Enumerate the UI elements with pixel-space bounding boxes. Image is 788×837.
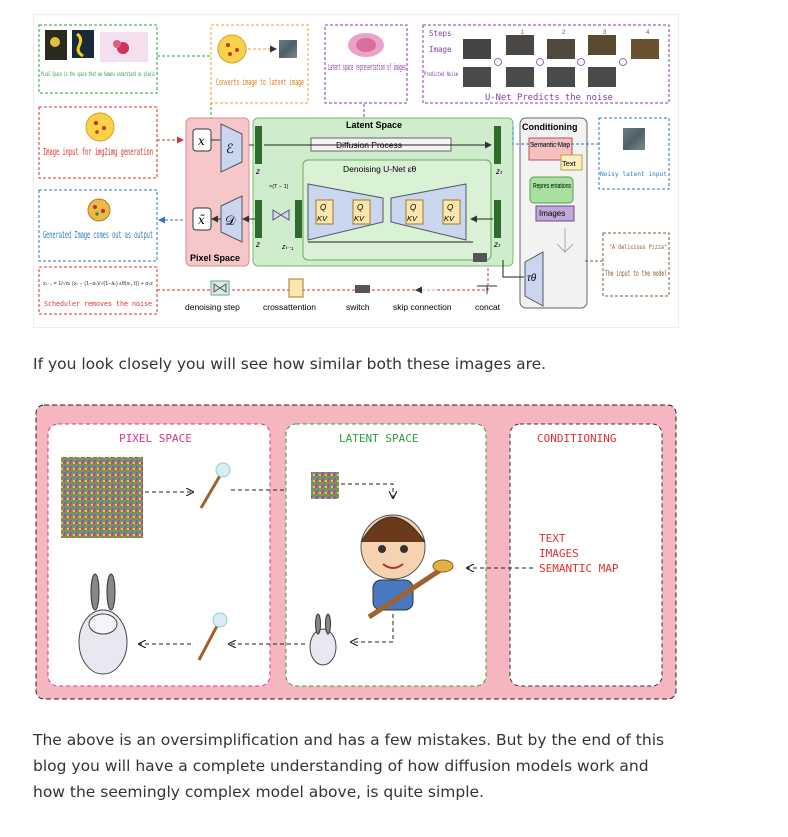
body-paragraph-1: If you look closely you will see how sim… bbox=[33, 355, 547, 373]
zT-symbol-top: zₜ bbox=[495, 167, 503, 176]
steps-label: Steps bbox=[429, 29, 452, 38]
svg-text:KV: KV bbox=[444, 214, 455, 223]
text-label: Text bbox=[562, 159, 577, 168]
step-image-1 bbox=[506, 35, 534, 55]
svg-text:Q: Q bbox=[320, 203, 326, 212]
fig2-latent-space-title: LATENT SPACE bbox=[339, 432, 418, 445]
x-symbol: x bbox=[198, 134, 205, 148]
latent-space-title: Latent Space bbox=[346, 120, 402, 130]
noisy-latent-caption: Noisy latent input bbox=[600, 170, 667, 178]
encoder-symbol: ℰ bbox=[226, 142, 234, 157]
fig2-latent-space-panel: LATENT SPACE bbox=[285, 423, 487, 687]
svg-text:Q: Q bbox=[410, 203, 416, 212]
fig2-pixel-space-panel: PIXEL SPACE bbox=[47, 423, 271, 687]
images-label: Images bbox=[539, 209, 565, 218]
legend-crossattention: crossattention bbox=[263, 302, 316, 312]
scheduler-caption: Scheduler removes the noise bbox=[44, 300, 152, 308]
noise-image bbox=[61, 457, 143, 538]
step-image-0 bbox=[463, 39, 491, 59]
unet-predicts-caption: U-Net Predicts the noise bbox=[485, 93, 613, 103]
times-T-label: ×(T − 1) bbox=[269, 184, 289, 190]
pixel-space-title: Pixel Space bbox=[190, 253, 240, 263]
latent-noise-thumb bbox=[279, 40, 297, 58]
latent-caption: Latent space representation of images bbox=[328, 63, 406, 73]
predicted-noise-label: Predicted Noise bbox=[424, 71, 458, 78]
zT-minus-1-symbol: zₜ₋₁ bbox=[281, 244, 294, 251]
sample-image-2 bbox=[72, 30, 94, 58]
converts-caption: Converts image to latent image bbox=[216, 78, 304, 88]
legend-switch: switch bbox=[346, 302, 370, 312]
step-image-4 bbox=[631, 39, 659, 59]
noise-image-3 bbox=[547, 67, 575, 87]
diffusion-architecture-figure: Pixel Space is the space that we humans … bbox=[33, 14, 679, 328]
pixel-space-panel: x ℰ x̃ 𝒟 Pixel Space bbox=[185, 117, 250, 267]
img2img-caption: Image input for img2img generation bbox=[43, 147, 153, 158]
noise-image-2 bbox=[506, 67, 534, 87]
latent-noise-image bbox=[311, 472, 339, 499]
conditioning-title: Conditioning bbox=[522, 122, 577, 132]
representations-label: Repres entations bbox=[533, 181, 571, 190]
svg-text:KV: KV bbox=[317, 214, 328, 223]
svg-text:KV: KV bbox=[354, 214, 365, 223]
z-symbol-bottom: z bbox=[255, 240, 260, 249]
pizza-output-icon bbox=[87, 198, 111, 222]
tau-symbol: τθ bbox=[527, 273, 537, 284]
image-label: Image bbox=[429, 45, 452, 54]
step-image-3 bbox=[588, 35, 616, 55]
cond-item-text: TEXT bbox=[539, 532, 566, 545]
denoising-unet-label: Denoising U-Net εθ bbox=[343, 164, 417, 174]
latent-space-panel: Latent Space z z zₜ zₜ zₜ₋₁ ×(T − 1) Dif… bbox=[252, 117, 514, 267]
z-symbol-top: z bbox=[255, 167, 260, 176]
svg-text:Q: Q bbox=[357, 203, 363, 212]
pizza-icon bbox=[217, 34, 247, 64]
legend-concat: concat bbox=[475, 302, 501, 312]
step-image-2 bbox=[547, 39, 575, 59]
body-paragraph-2: The above is an oversimplification and h… bbox=[33, 731, 665, 801]
x-tilde-symbol: x̃ bbox=[198, 213, 205, 227]
fig2-conditioning-title: CONDITIONING bbox=[537, 432, 616, 445]
zT-symbol-bottom: zₜ bbox=[493, 240, 501, 249]
legend-skip-connection: skip connection bbox=[393, 302, 452, 312]
noise-image-1 bbox=[463, 67, 491, 87]
simplified-diffusion-figure: PIXEL SPACE LATENT SPACE CONDITIONING TE… bbox=[35, 404, 677, 700]
prompt-text: "A delicious Pizza" bbox=[609, 244, 667, 251]
generated-caption: Generated Image comes out as output bbox=[43, 230, 153, 241]
noise-image-4 bbox=[588, 67, 616, 87]
conditioning-panel: Conditioning Semantic Map Text Repres en… bbox=[519, 117, 588, 309]
input-caption: The input to the model bbox=[605, 269, 667, 278]
scheduler-formula: xₜ₋₁ = 1/√αₜ (xₜ − (1−αₜ)/√(1−āₜ) εθ(xₜ,… bbox=[43, 280, 154, 287]
svg-text:Q: Q bbox=[447, 203, 453, 212]
svg-text:KV: KV bbox=[407, 214, 418, 223]
decoder-symbol: 𝒟 bbox=[225, 214, 236, 229]
fig2-pixel-space-title: PIXEL SPACE bbox=[119, 432, 192, 445]
fig2-conditioning-panel: CONDITIONING TEXT IMAGES SEMANTIC MAP bbox=[509, 423, 663, 687]
noisy-latent-thumb bbox=[623, 128, 645, 150]
switch-icon bbox=[473, 253, 487, 262]
legend-denoising-step: denoising step bbox=[185, 302, 240, 312]
cond-item-images: IMAGES bbox=[539, 547, 579, 560]
pixel-space-caption: Pixel Space is the space that we humans … bbox=[41, 71, 155, 78]
cond-item-semantic-map: SEMANTIC MAP bbox=[539, 562, 619, 575]
cheese-icon bbox=[85, 112, 115, 142]
